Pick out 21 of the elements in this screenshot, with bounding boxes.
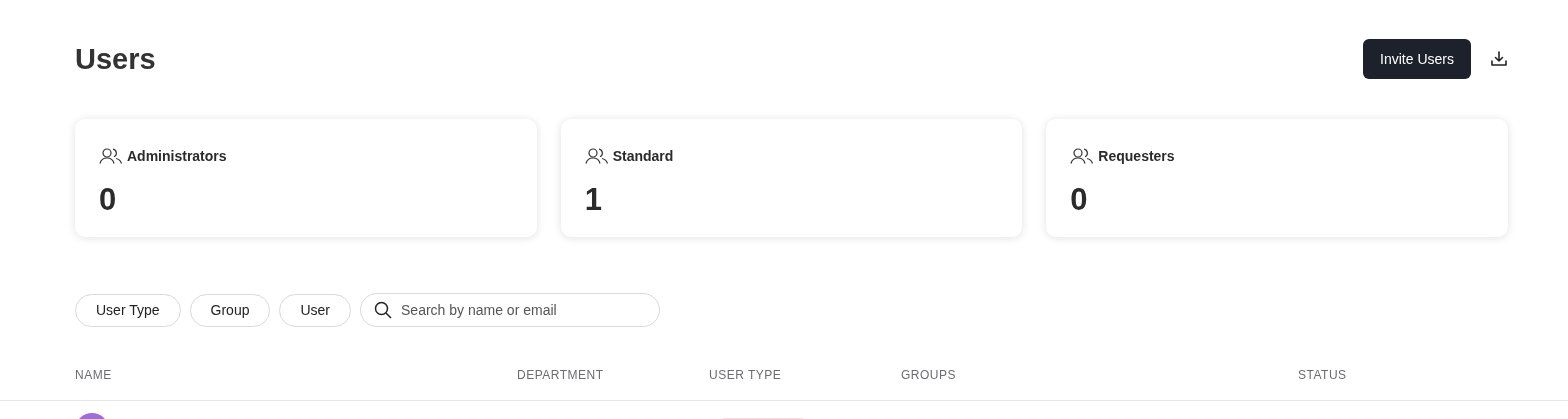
column-header: USER TYPE: [709, 367, 783, 384]
column-header: GROUPS: [901, 367, 957, 384]
search-field[interactable]: Search by name or email: [360, 293, 661, 327]
users-icon: [1070, 148, 1095, 164]
stat-value: 0: [99, 182, 118, 218]
users-icon: [584, 148, 609, 164]
page-title: Users: [75, 42, 156, 76]
download-icon[interactable]: [1490, 50, 1508, 68]
stat-label: Administrators: [127, 148, 227, 164]
column-header: NAME: [75, 367, 113, 384]
filter-button[interactable]: Group: [189, 293, 271, 327]
filter-button[interactable]: User: [279, 293, 352, 327]
stat-value: 1: [584, 182, 603, 218]
column-header: STATUS: [1298, 367, 1348, 384]
users-icon: [99, 148, 123, 164]
stat-label: Requesters: [1098, 148, 1175, 164]
filter-button[interactable]: User Type: [75, 293, 181, 327]
column-header: DEPARTMENT: [517, 367, 605, 384]
stat-label: Standard: [612, 148, 674, 164]
stat-value: 0: [1070, 182, 1089, 218]
invite-users-button[interactable]: Invite Users: [1363, 39, 1471, 79]
